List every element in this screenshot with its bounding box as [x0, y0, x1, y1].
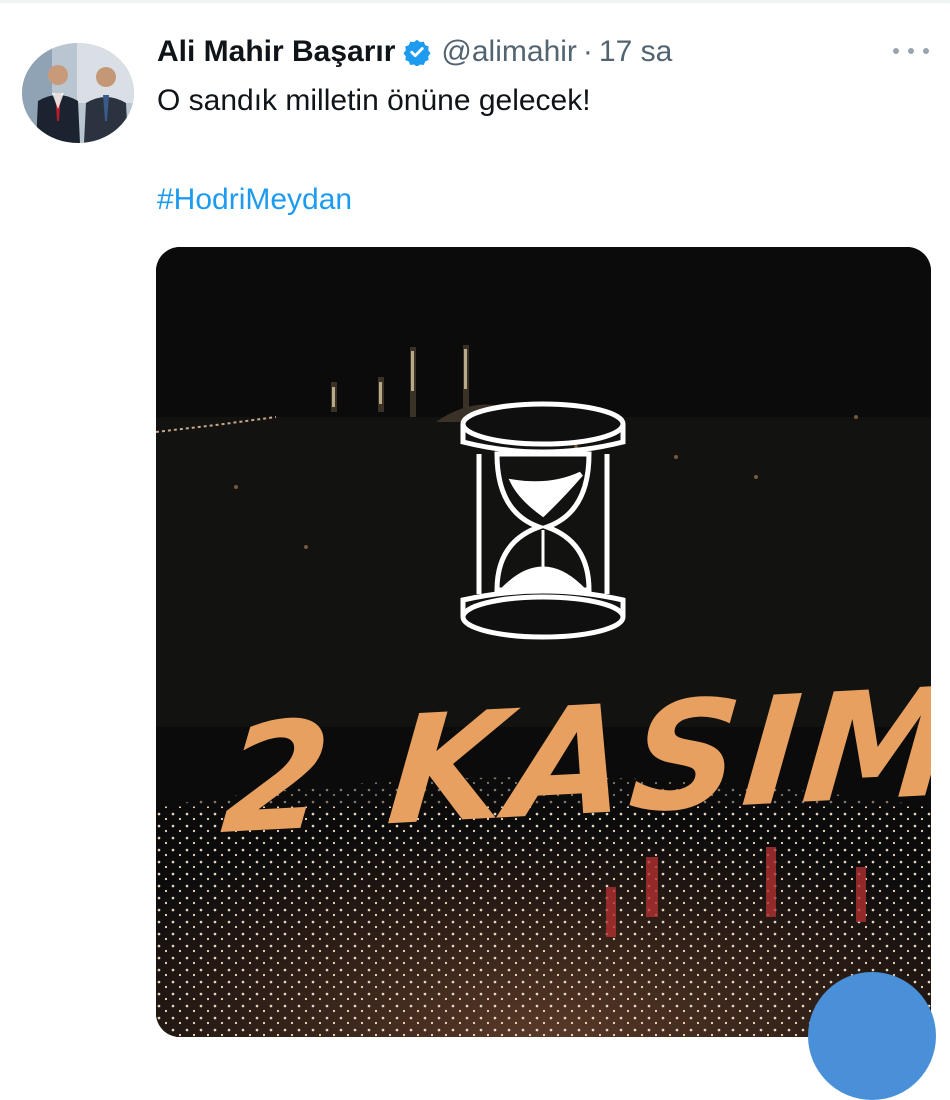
- tweet-header: Ali Mahir Başarır @alimahir · 17 sa: [157, 29, 672, 75]
- author-handle[interactable]: @alimahir: [441, 35, 576, 69]
- date-headline: 2 KASIM: [216, 656, 931, 868]
- separator: ·: [582, 35, 593, 68]
- top-divider: [0, 0, 950, 3]
- more-dots-icon[interactable]: [893, 36, 929, 66]
- dot: [893, 48, 899, 54]
- hashtag-link[interactable]: #HodriMeydan: [157, 183, 352, 217]
- tweet-text: O sandık milletin önüne gelecek!: [157, 84, 591, 117]
- avatar[interactable]: [22, 43, 134, 143]
- timestamp[interactable]: 17 sa: [599, 35, 672, 69]
- verified-badge-icon: [403, 38, 431, 67]
- dot: [908, 48, 914, 54]
- dot: [923, 48, 929, 54]
- floating-action-button[interactable]: [808, 972, 936, 1100]
- tweet-media-image[interactable]: 2 KASIM: [156, 247, 931, 1037]
- author-name[interactable]: Ali Mahir Başarır: [157, 35, 395, 69]
